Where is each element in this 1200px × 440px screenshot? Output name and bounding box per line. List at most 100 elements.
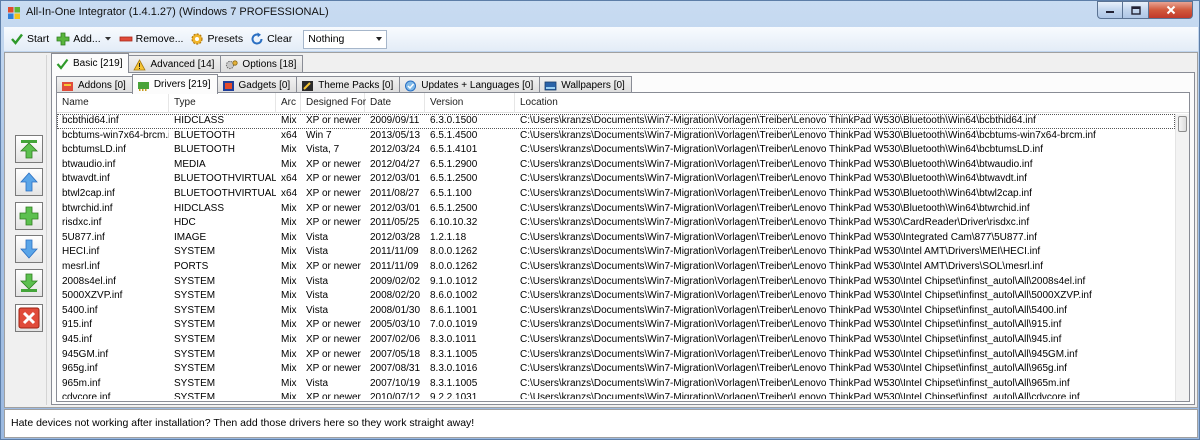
- tab-advanced-label: Advanced [14]: [150, 59, 215, 70]
- table-row[interactable]: risdxc.inf HDC Mix XP or newer 2011/05/25 6.1…: [57, 216, 1175, 231]
- row-version: 6.10.10.32: [430, 217, 478, 229]
- row-version: 7.0.0.1019: [430, 319, 478, 331]
- plus-icon: [56, 32, 70, 46]
- row-version: 6.5.1.2900: [430, 158, 478, 170]
- row-arc: Mix: [281, 377, 297, 389]
- row-location: C:\Users\kranzs\Documents\Win7-Migration…: [520, 348, 1078, 360]
- table-row[interactable]: HECI.inf SYSTEM Mix Vista 2011/11/09 8.0.0.12…: [57, 245, 1175, 260]
- row-version: 8.6.0.1002: [430, 290, 478, 302]
- row-date: 2011/05/25: [370, 217, 420, 229]
- tab-options[interactable]: Options [18]: [220, 55, 304, 73]
- tab-basic[interactable]: Basic [219]: [51, 53, 130, 73]
- row-version: 9.2.2.1031: [430, 392, 478, 399]
- row-date: 2007/10/19: [370, 377, 421, 389]
- table-row[interactable]: btwl2cap.inf BLUETOOTHVIRTUAL x64 XP or new…: [57, 187, 1175, 202]
- row-arc: Mix: [281, 202, 297, 214]
- chevron-down-icon: [376, 36, 383, 41]
- row-designed-for: XP or newer: [306, 319, 361, 331]
- column-header-version[interactable]: Version: [425, 93, 515, 113]
- add-item-button[interactable]: [15, 202, 43, 230]
- filter-dropdown[interactable]: Nothing: [303, 29, 388, 49]
- table-row[interactable]: 945GM.inf SYSTEM Mix XP or newer 2007/05/18 8…: [57, 348, 1175, 363]
- table-row[interactable]: bcbtumsLD.inf BLUETOOTH Mix Vista, 7 2012/03…: [57, 143, 1175, 158]
- column-header-type[interactable]: Type: [169, 93, 276, 113]
- row-date: 2010/07/12: [370, 392, 421, 399]
- row-type: HDC: [174, 217, 196, 229]
- table-row[interactable]: mesrl.inf PORTS Mix XP or newer 2011/11/09 8.…: [57, 260, 1175, 275]
- row-arc: Mix: [281, 260, 297, 272]
- start-button[interactable]: Start: [8, 29, 54, 49]
- vertical-scrollbar[interactable]: [1175, 114, 1189, 401]
- row-arc: Mix: [281, 290, 297, 302]
- inner-tab-strip: Addons [0] Drivers [219] Gadgets [0] The…: [56, 74, 632, 94]
- table-row[interactable]: 915.inf SYSTEM Mix XP or newer 2005/03/10 7.0…: [57, 318, 1175, 333]
- row-version: 8.3.0.1011: [430, 333, 477, 345]
- tab-advanced[interactable]: Advanced [14]: [128, 55, 222, 73]
- row-date: 2009/09/11: [370, 115, 420, 126]
- tab-drivers[interactable]: Drivers [219]: [131, 74, 218, 94]
- clear-button[interactable]: Clear: [248, 29, 297, 49]
- table-row[interactable]: btwavdt.inf BLUETOOTHVIRTUAL x64 XP or newe…: [57, 172, 1175, 187]
- move-down-button[interactable]: [15, 235, 43, 263]
- maximize-button[interactable]: [1123, 1, 1149, 19]
- warning-icon: [133, 58, 147, 70]
- row-version: 6.5.1.2500: [430, 173, 478, 185]
- title-bar[interactable]: All-In-One Integrator (1.4.1.27) (Window…: [1, 1, 1199, 25]
- row-name: 5U877.inf: [62, 231, 105, 243]
- row-date: 2008/01/30: [370, 304, 421, 316]
- row-type: SYSTEM: [174, 363, 216, 375]
- move-bottom-button[interactable]: [15, 269, 43, 297]
- row-designed-for: XP or newer: [306, 392, 361, 399]
- column-header-date[interactable]: Date: [365, 93, 425, 113]
- row-designed-for: XP or newer: [306, 363, 361, 375]
- toolbar: Start Add... Remove... Presets Clear Not…: [4, 27, 1198, 51]
- row-location: C:\Users\kranzs\Documents\Win7-Migration…: [520, 187, 1032, 199]
- row-arc: x64: [281, 173, 298, 185]
- delete-button[interactable]: [15, 304, 43, 332]
- column-header-name[interactable]: Name: [57, 93, 169, 113]
- table-row[interactable]: btwaudio.inf MEDIA Mix XP or newer 2012/04/2…: [57, 158, 1175, 173]
- main-panel: Basic [219] Advanced [14] Options [18] A…: [4, 52, 1198, 408]
- table-row[interactable]: 5000XZVP.inf SYSTEM Mix Vista 2008/02/20 8.6.…: [57, 289, 1175, 304]
- table-row[interactable]: 965g.inf SYSTEM Mix XP or newer 2007/08/31 8.…: [57, 362, 1175, 377]
- column-header-designed-for[interactable]: Designed For: [301, 93, 366, 113]
- move-top-button[interactable]: [15, 135, 43, 163]
- row-date: 2012/03/01: [370, 173, 421, 185]
- move-to-top-icon: [20, 140, 38, 159]
- row-date: 2011/11/09: [370, 246, 419, 258]
- row-arc: Mix: [281, 217, 297, 229]
- move-to-bottom-icon: [20, 273, 38, 292]
- add-button[interactable]: Add...: [54, 29, 116, 49]
- close-button[interactable]: [1149, 1, 1193, 19]
- table-row[interactable]: btwrchid.inf HIDCLASS Mix XP or newer 2012/0…: [57, 202, 1175, 217]
- table-row[interactable]: cdvcore.inf SYSTEM Mix XP or newer 2010/07/1…: [57, 391, 1175, 399]
- updates-icon: [405, 80, 417, 91]
- move-up-button[interactable]: [15, 168, 43, 196]
- table-row[interactable]: bcbthid64.inf HIDCLASS Mix XP or newer 2009/…: [57, 114, 1175, 129]
- row-version: 6.5.1.4500: [430, 129, 478, 141]
- remove-button[interactable]: Remove...: [117, 29, 189, 49]
- row-version: 8.3.0.1016: [430, 363, 478, 375]
- table-row[interactable]: 5U877.inf IMAGE Mix Vista 2012/03/28 1.2.1.18…: [57, 231, 1175, 246]
- table-row[interactable]: bcbtums-win7x64-brcm.inf BLUETOOTH x64 Win …: [57, 129, 1175, 144]
- minimize-button[interactable]: [1097, 1, 1123, 19]
- row-location: C:\Users\kranzs\Documents\Win7-Migration…: [520, 275, 1086, 287]
- row-arc: Mix: [281, 275, 297, 287]
- tab-updates-languages-label: Updates + Languages [0]: [421, 80, 534, 91]
- row-name: HECI.inf: [62, 246, 100, 258]
- table-row[interactable]: 5400.inf SYSTEM Mix Vista 2008/01/30 8.6.1.10…: [57, 304, 1175, 319]
- table-row[interactable]: 2008s4el.inf SYSTEM Mix Vista 2009/02/02 9.1.…: [57, 275, 1175, 290]
- row-name: 945.inf: [62, 333, 93, 345]
- clear-label: Clear: [267, 33, 293, 45]
- row-date: 2011/08/27: [370, 187, 420, 199]
- maximize-icon: [1130, 5, 1141, 15]
- presets-button[interactable]: Presets: [188, 29, 248, 49]
- column-header-arc[interactable]: Arc: [276, 93, 301, 113]
- scrollbar-thumb[interactable]: [1178, 116, 1187, 132]
- table-row[interactable]: 945.inf SYSTEM Mix XP or newer 2007/02/06 8.3…: [57, 333, 1175, 348]
- row-type: SYSTEM: [174, 377, 216, 389]
- table-row[interactable]: 965m.inf SYSTEM Mix Vista 2007/10/19 8.3.1.10…: [57, 377, 1175, 392]
- row-type: HIDCLASS: [174, 115, 225, 126]
- column-header-location[interactable]: Location: [515, 93, 1189, 113]
- row-name: btwrchid.inf: [62, 202, 113, 214]
